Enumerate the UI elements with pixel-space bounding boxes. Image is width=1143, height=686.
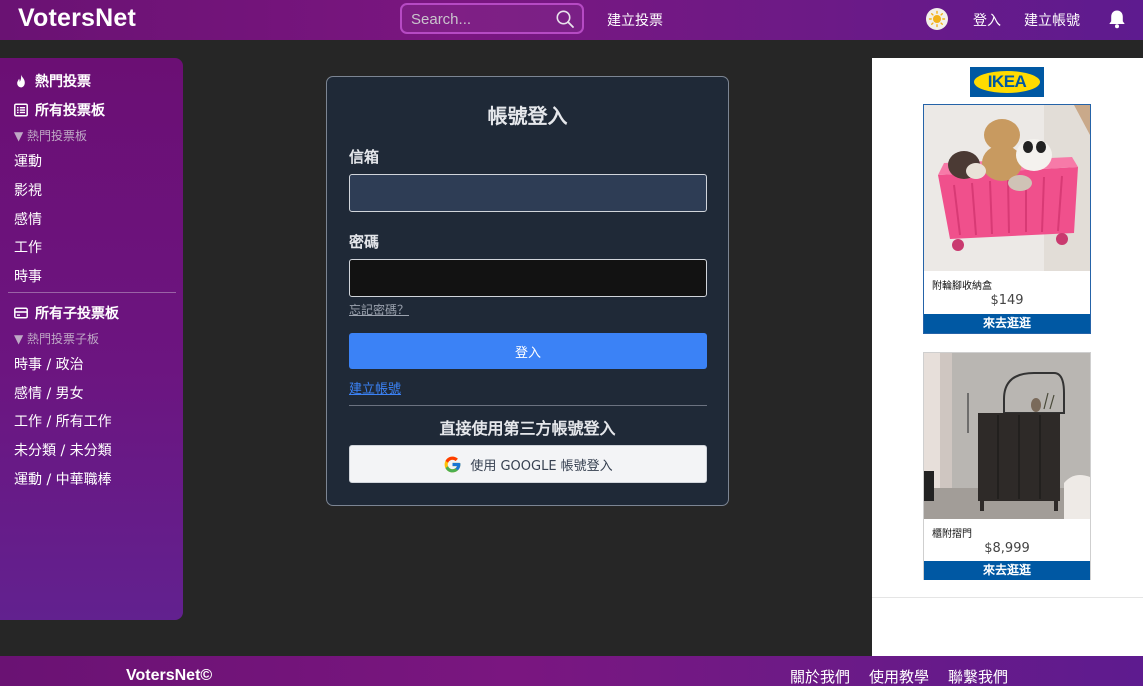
ad-product-card[interactable]: 櫃附摺門 $8,999 來去逛逛 (923, 352, 1091, 580)
ad-panel: IKEA 附輪腳收納盒 $149 來去逛逛 櫃附摺門 $8,999 來去逛逛 (872, 58, 1143, 656)
storage-box-image (924, 105, 1090, 271)
password-label: 密碼 (349, 233, 380, 251)
sidebar-item-sports[interactable]: 運動 (14, 151, 42, 171)
sidebar-sub-item-politics[interactable]: 時事 / 政治 (14, 354, 84, 374)
hot-boards-heading[interactable]: ▼ 熱門投票板 (14, 127, 87, 144)
search-box[interactable] (400, 3, 584, 34)
fire-icon (17, 74, 25, 88)
create-poll-link[interactable]: 建立投票 (607, 10, 663, 30)
ikea-logo[interactable]: IKEA (970, 67, 1044, 97)
footer: VotersNet© 關於我們 使用教學 聯繫我們 (0, 656, 1143, 686)
ikea-logo-text: IKEA (987, 72, 1027, 91)
product-name: 附輪腳收納盒 (932, 281, 992, 292)
sidebar-all-boards[interactable]: 所有投票板 (14, 100, 105, 120)
email-field[interactable] (349, 174, 707, 212)
sidebar: 熱門投票 所有投票板 ▼ 熱門投票板 運動 影視 感情 工作 時事 所有子投票板… (0, 58, 183, 620)
product-price: $8,999 (984, 541, 1030, 556)
product-price: $149 (990, 293, 1024, 308)
sidebar-sub-item-uncategorized[interactable]: 未分類 / 未分類 (14, 440, 112, 460)
product-name: 櫃附摺門 (932, 529, 972, 540)
cabinet-image (924, 353, 1090, 519)
login-card: 帳號登入 信箱 密碼 忘記密碼？ 登入 建立帳號 直接使用第三方帳號登入 使用 … (326, 76, 729, 506)
sidebar-hot-polls[interactable]: 熱門投票 (14, 71, 91, 91)
sidebar-all-boards-label: 所有投票板 (35, 103, 105, 119)
search-icon[interactable] (555, 9, 575, 29)
sidebar-hot-polls-label: 熱門投票 (35, 74, 91, 90)
search-input[interactable] (411, 9, 551, 29)
sidebar-divider (8, 292, 176, 293)
sidebar-sub-item-relationships[interactable]: 感情 / 男女 (14, 383, 84, 403)
top-navbar: VotersNet 建立投票 登入 建立帳號 (0, 0, 1143, 40)
login-title: 帳號登入 (487, 104, 568, 128)
google-login-button[interactable]: 使用 GOOGLE 帳號登入 (349, 445, 707, 483)
footer-link-contact[interactable]: 聯繫我們 (948, 666, 1008, 686)
hot-sub-boards-heading[interactable]: ▼ 熱門投票子板 (14, 330, 99, 347)
third-party-login-title: 直接使用第三方帳號登入 (439, 419, 616, 438)
sidebar-sub-item-all-jobs[interactable]: 工作 / 所有工作 (14, 411, 112, 431)
sidebar-item-relationships[interactable]: 感情 (14, 209, 42, 229)
footer-link-about[interactable]: 關於我們 (790, 666, 850, 686)
password-field[interactable] (349, 259, 707, 297)
theme-toggle-sun-icon[interactable] (926, 8, 948, 30)
notification-bell-icon[interactable] (1106, 8, 1128, 30)
create-account-link[interactable]: 建立帳號 (349, 378, 401, 397)
sidebar-item-work[interactable]: 工作 (14, 237, 42, 257)
forgot-password-link[interactable]: 忘記密碼？ (349, 301, 409, 318)
sidebar-item-movies[interactable]: 影視 (14, 180, 42, 200)
sidebar-item-current-events[interactable]: 時事 (14, 266, 42, 286)
login-submit-button[interactable]: 登入 (349, 333, 707, 369)
google-login-label: 使用 GOOGLE 帳號登入 (470, 458, 613, 474)
sidebar-all-sub-boards[interactable]: 所有子投票板 (14, 303, 119, 323)
register-link[interactable]: 建立帳號 (1024, 10, 1080, 30)
footer-brand: VotersNet© (126, 667, 213, 684)
login-link[interactable]: 登入 (973, 10, 1001, 30)
card-icon (14, 307, 28, 319)
ad-panel-divider (872, 597, 1143, 598)
ad-product-card[interactable]: 附輪腳收納盒 $149 來去逛逛 (923, 104, 1091, 334)
sidebar-sub-item-cpbl[interactable]: 運動 / 中華職棒 (14, 469, 112, 489)
site-logo[interactable]: VotersNet (18, 4, 136, 33)
product-cta-button[interactable]: 來去逛逛 (924, 314, 1090, 333)
footer-link-tutorial[interactable]: 使用教學 (869, 666, 929, 686)
product-cta-button[interactable]: 來去逛逛 (924, 561, 1090, 580)
google-icon (444, 456, 461, 472)
email-label: 信箱 (349, 148, 380, 166)
card-divider (349, 405, 707, 406)
sidebar-all-sub-boards-label: 所有子投票板 (35, 306, 119, 322)
list-icon (14, 103, 28, 117)
